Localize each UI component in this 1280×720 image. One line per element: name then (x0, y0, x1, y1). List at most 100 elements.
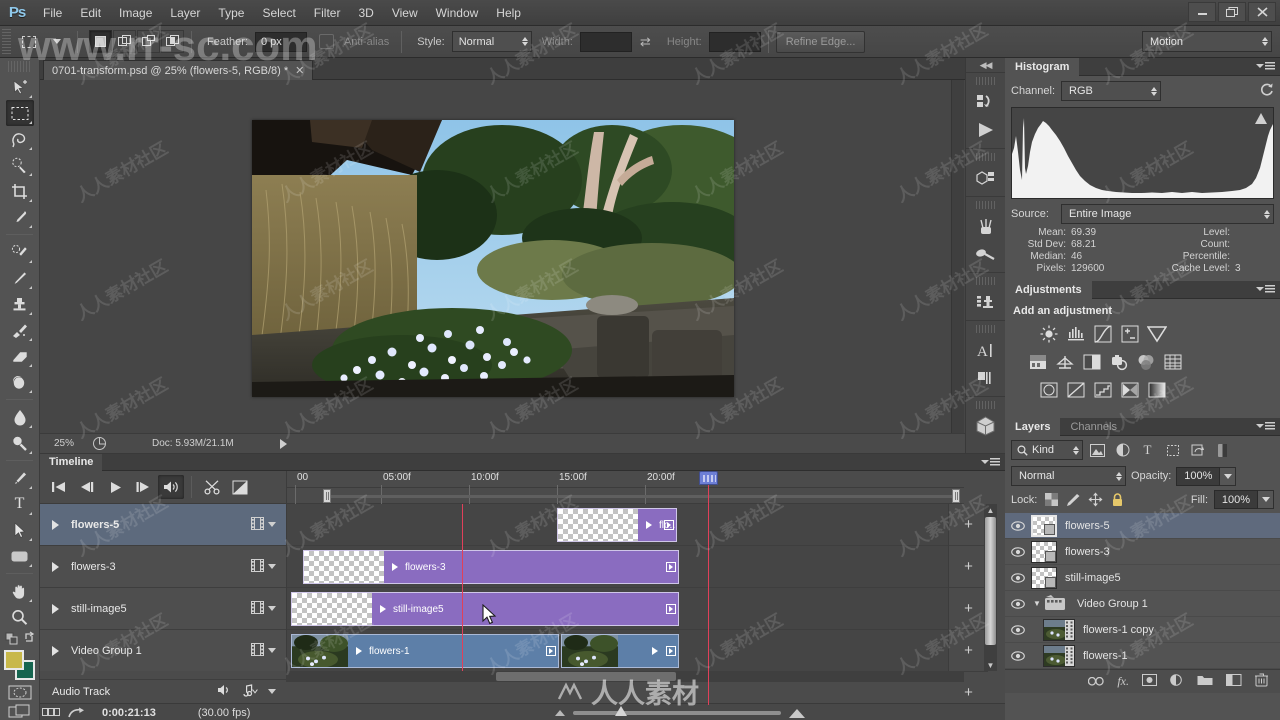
zoom-level-field[interactable]: 25% (40, 438, 88, 449)
chevron-down-icon[interactable] (268, 648, 276, 653)
zoom-out-icon[interactable] (555, 710, 565, 716)
next-frame-icon[interactable] (130, 475, 156, 499)
pen-tool[interactable] (6, 465, 34, 491)
clip-transition-handle[interactable] (546, 646, 556, 656)
curves-icon[interactable] (1093, 324, 1113, 344)
panel-menu-icon[interactable] (1256, 62, 1275, 70)
audio-mute-ic[interactable] (217, 684, 232, 699)
blur-tool[interactable] (6, 404, 34, 430)
path-selection-tool[interactable] (6, 517, 34, 543)
expand-panels-icon[interactable]: ◀◀ (966, 58, 1005, 72)
menu-filter[interactable]: Filter (305, 0, 350, 26)
new-selection-button[interactable] (89, 30, 112, 53)
clone-stamp-tool[interactable] (6, 291, 34, 317)
convert-to-frame-animation-icon[interactable] (40, 708, 64, 717)
lock-image-pixels-icon[interactable] (1065, 492, 1081, 508)
close-button[interactable] (1248, 2, 1276, 22)
move-tool[interactable] (6, 74, 34, 100)
tab-layers[interactable]: Layers (1005, 417, 1061, 436)
clip-disclosure-icon[interactable] (380, 605, 386, 613)
lock-position-icon[interactable] (1087, 492, 1103, 508)
quick-selection-tool[interactable] (6, 152, 34, 178)
filter-shape-icon[interactable] (1162, 440, 1183, 460)
film-strip-icon[interactable] (251, 642, 264, 659)
disclosure-triangle-icon[interactable] (52, 645, 59, 656)
layer-row[interactable]: flowers-5 (1005, 513, 1280, 539)
new-adjustment-layer-icon[interactable] (1170, 673, 1184, 690)
new-group-icon[interactable] (1197, 674, 1213, 689)
hand-tool[interactable] (6, 578, 34, 604)
document-profile-icon[interactable] (88, 437, 110, 450)
lock-transparent-pixels-icon[interactable] (1043, 492, 1059, 508)
disclosure-triangle-icon[interactable]: ▼ (1031, 599, 1043, 608)
3d-cube-icon[interactable] (971, 412, 1001, 440)
chevron-down-icon[interactable] (268, 522, 276, 527)
clip-disclosure-icon[interactable] (356, 647, 362, 655)
brush-tool[interactable] (6, 265, 34, 291)
crop-tool[interactable] (6, 178, 34, 204)
uncached-warning-icon[interactable] (1255, 113, 1267, 124)
panel-menu-icon[interactable] (1256, 285, 1275, 293)
chevron-down-icon[interactable] (268, 689, 276, 694)
scroll-up-icon[interactable]: ▲ (984, 504, 997, 516)
eye-icon[interactable] (1005, 520, 1031, 531)
menu-3d[interactable]: 3D (349, 0, 382, 26)
scrollbar-thumb[interactable] (496, 672, 676, 681)
scroll-down-icon[interactable]: ▼ (984, 659, 997, 671)
play-icon[interactable] (102, 475, 128, 499)
transition-icon[interactable] (227, 475, 253, 499)
add-to-selection-button[interactable] (113, 30, 136, 53)
work-area-start-handle[interactable] (323, 489, 331, 503)
audio-track-row[interactable]: Audio Track (40, 679, 286, 703)
film-strip-icon[interactable] (251, 600, 264, 617)
eye-icon[interactable] (1005, 598, 1031, 609)
chevron-down-icon[interactable] (268, 606, 276, 611)
rectangle-tool[interactable] (6, 543, 34, 569)
gradient-map-icon[interactable] (1147, 380, 1167, 400)
antialias-checkbox[interactable] (318, 34, 334, 49)
panel-menu-icon[interactable] (981, 458, 1000, 466)
menu-window[interactable]: Window (427, 0, 488, 26)
brush-icon[interactable] (971, 240, 1001, 268)
close-icon[interactable]: ✕ (295, 64, 304, 77)
height-input[interactable] (708, 31, 761, 52)
vibrance-icon[interactable] (1147, 324, 1167, 344)
previous-frame-icon[interactable] (74, 475, 100, 499)
timeline-track-flowers-3[interactable]: flowers-3 (40, 546, 286, 588)
options-bar-grip[interactable] (2, 28, 11, 55)
chevron-down-icon[interactable] (1258, 490, 1274, 509)
layer-row[interactable]: still-image5 (1005, 565, 1280, 591)
blend-mode-select[interactable]: Normal (1011, 466, 1126, 486)
clip-transition-handle[interactable] (666, 646, 676, 656)
filter-toggle-icon[interactable] (1212, 440, 1233, 460)
color-lookup-icon[interactable] (1163, 352, 1183, 372)
minimize-button[interactable] (1188, 2, 1216, 22)
render-video-icon[interactable] (64, 707, 88, 719)
timeline-track-flowers-5[interactable]: flowers-5 (40, 504, 286, 546)
history-icon[interactable] (971, 88, 1001, 116)
clip-disclosure-icon[interactable] (646, 521, 652, 529)
dock-grip[interactable] (976, 201, 995, 209)
timeline-lane[interactable]: flo... (287, 504, 964, 546)
channel-mixer-icon[interactable] (1136, 352, 1156, 372)
opacity-field[interactable]: 100% (1176, 466, 1237, 486)
refresh-icon[interactable] (1259, 82, 1274, 100)
spot-healing-brush-tool[interactable] (6, 239, 34, 265)
filter-pixel-icon[interactable] (1087, 440, 1108, 460)
workspace-selector[interactable]: Motion (1142, 31, 1272, 52)
zoom-in-icon[interactable] (789, 708, 805, 718)
eraser-tool[interactable] (6, 343, 34, 369)
menu-type[interactable]: Type (209, 0, 253, 26)
threshold-icon[interactable] (1093, 380, 1113, 400)
foreground-color-swatch[interactable] (3, 650, 24, 670)
dock-grip[interactable] (976, 277, 995, 285)
refine-edge-button[interactable]: Refine Edge... (775, 30, 866, 53)
3d-icon[interactable] (971, 164, 1001, 192)
dock-grip[interactable] (976, 77, 995, 85)
zoom-slider-track[interactable] (573, 706, 781, 716)
lasso-tool[interactable] (6, 126, 34, 152)
character-icon[interactable]: A (971, 336, 1001, 364)
screen-mode-icon[interactable] (4, 703, 36, 719)
black-white-icon[interactable] (1082, 352, 1102, 372)
dock-grip[interactable] (976, 153, 995, 161)
